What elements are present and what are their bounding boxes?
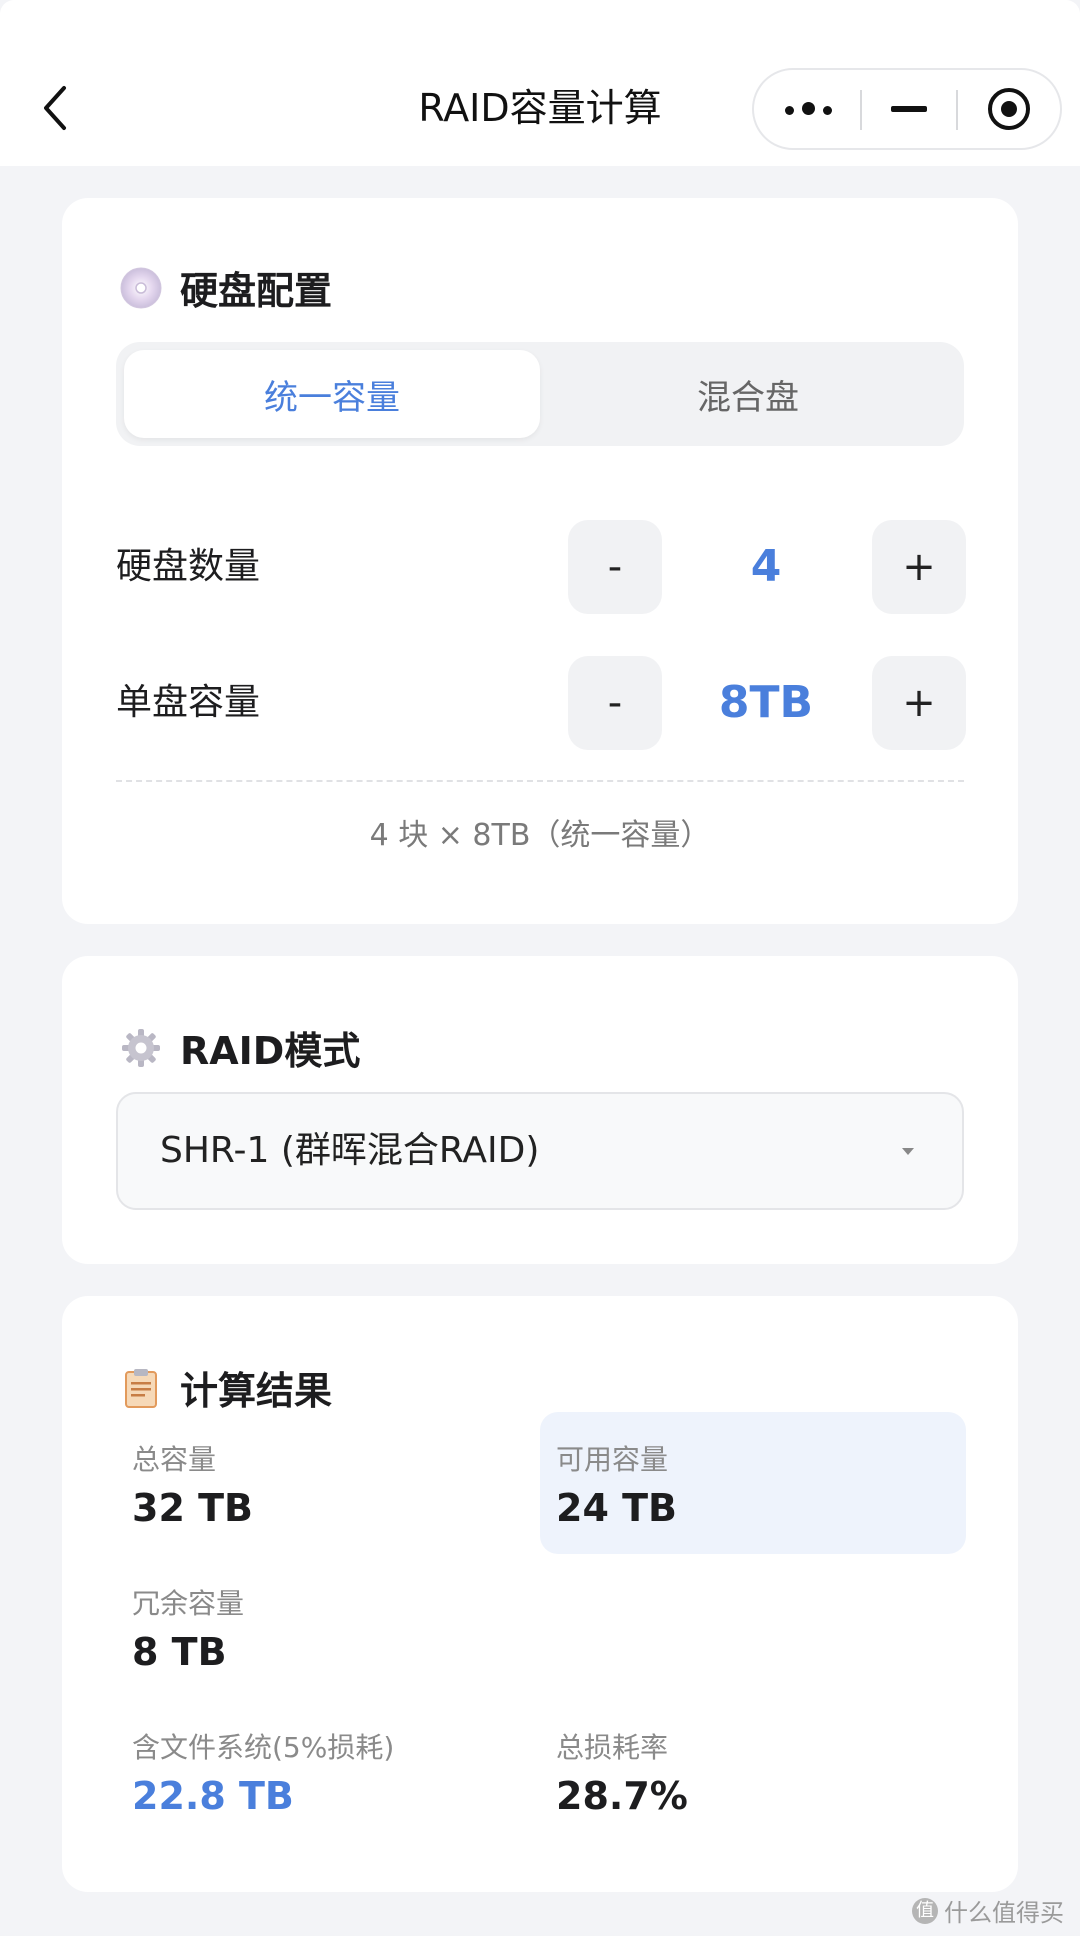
results-title: 计算结果	[120, 1360, 332, 1415]
minus-icon	[891, 106, 927, 112]
close-button[interactable]	[958, 70, 1060, 148]
watermark-logo-icon: 值	[912, 1897, 938, 1924]
disk-count-label: 硬盘数量	[116, 546, 261, 587]
disk-size-increment-button[interactable]: +	[872, 656, 966, 750]
total-capacity-value: 32 TB	[132, 1486, 253, 1530]
tab-mixed-disks[interactable]: 混合盘	[540, 350, 956, 438]
filesystem-capacity-value: 22.8 TB	[132, 1774, 294, 1818]
more-dots-icon	[781, 100, 836, 119]
more-button[interactable]	[754, 70, 862, 148]
raid-mode-title-text: RAID模式	[180, 1029, 361, 1073]
raid-mode-select[interactable]: SHR-1 (群晖混合RAID)	[116, 1092, 964, 1210]
disk-size-value: 8TB	[718, 677, 814, 728]
top-nav-bar: RAID容量计算	[0, 0, 1080, 166]
total-loss-rate-value: 28.7%	[556, 1774, 688, 1818]
tab-uniform-capacity[interactable]: 统一容量	[124, 350, 540, 438]
disc-icon	[120, 267, 162, 308]
caret-down-icon	[902, 1148, 914, 1155]
target-circle-icon	[988, 88, 1030, 130]
filesystem-capacity-label: 含文件系统(5%损耗)	[132, 1731, 395, 1764]
usable-capacity-highlight	[540, 1412, 966, 1554]
clipboard-icon	[125, 1368, 157, 1408]
results-card: 计算结果 总容量 32 TB 可用容量 24 TB 冗余容量 8 TB 含文件系…	[62, 1296, 1018, 1892]
capacity-mode-tabs: 统一容量 混合盘	[116, 342, 964, 446]
watermark: 值 什么值得买	[912, 1893, 1064, 1928]
raid-mode-title: RAID模式	[120, 1020, 360, 1075]
disk-config-title-text: 硬盘配置	[180, 269, 333, 313]
minimize-button[interactable]	[862, 70, 956, 148]
disk-config-title: 硬盘配置	[120, 260, 332, 315]
disk-count-increment-button[interactable]: +	[872, 520, 966, 614]
total-capacity-label: 总容量	[132, 1443, 217, 1476]
gear-icon	[122, 1028, 160, 1067]
redundant-capacity-value: 8 TB	[132, 1630, 227, 1674]
results-title-text: 计算结果	[180, 1369, 333, 1413]
usable-capacity-value: 24 TB	[556, 1486, 677, 1530]
disk-size-label: 单盘容量	[116, 682, 261, 723]
disk-size-decrement-button[interactable]: -	[568, 656, 662, 750]
total-loss-rate-label: 总损耗率	[556, 1731, 669, 1764]
disk-summary-text: 4 块 × 8TB（统一容量）	[369, 818, 711, 853]
raid-mode-card: RAID模式 SHR-1 (群晖混合RAID)	[62, 956, 1018, 1264]
raid-mode-selected-value: SHR-1 (群晖混合RAID)	[160, 1130, 540, 1171]
disk-config-card: 硬盘配置 统一容量 混合盘 硬盘数量 - 4 + 单盘容量 - 8TB + 4 …	[62, 198, 1018, 924]
watermark-text: 什么值得买	[944, 1899, 1064, 1927]
disk-count-value: 4	[750, 541, 782, 592]
mini-program-capsule	[752, 68, 1062, 150]
divider	[116, 780, 964, 782]
usable-capacity-label: 可用容量	[556, 1443, 669, 1476]
redundant-capacity-label: 冗余容量	[132, 1587, 245, 1620]
disk-count-decrement-button[interactable]: -	[568, 520, 662, 614]
